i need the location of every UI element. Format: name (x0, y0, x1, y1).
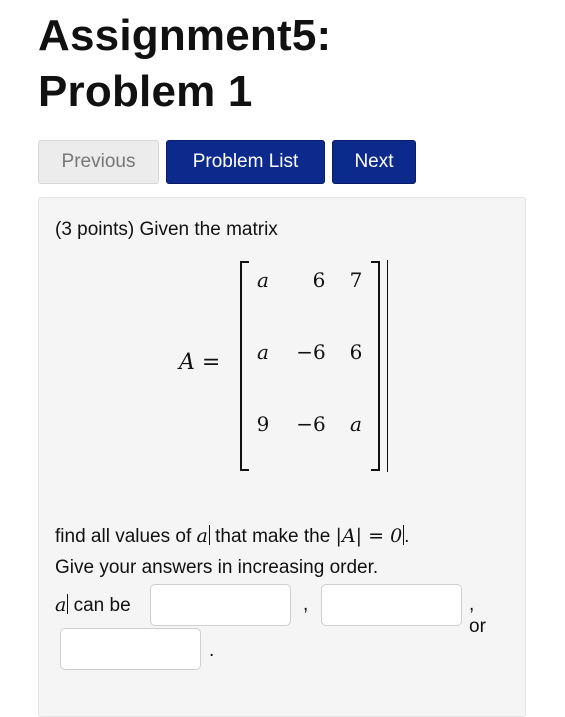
problem-intro: (3 points) Given the matrix (55, 219, 278, 240)
answer-label-text: can be (68, 595, 131, 616)
matrix-left-bracket (240, 261, 249, 471)
find-instruction: find all values of a that make the |A| =… (55, 524, 409, 549)
matrix-cell-r2c1: a (257, 340, 269, 364)
determinant-bar (387, 260, 388, 472)
page-title: Assignment5: Problem 1 (38, 8, 331, 120)
matrix-label: A = (179, 350, 221, 375)
matrix-cell-r1c1: a (257, 268, 269, 292)
answer-label: a can be (55, 594, 131, 617)
matrix-cell-r1c2: 6 (312, 268, 326, 292)
find-prefix: find all values of (55, 526, 197, 547)
matrix-cell-r2c3: 6 (349, 340, 363, 364)
matrix-cell-r3c2: −6 (296, 412, 326, 436)
answer-input-3[interactable] (60, 628, 201, 670)
find-middle: that make the (209, 526, 336, 547)
next-button[interactable]: Next (332, 140, 416, 184)
matrix-right-bracket (371, 261, 380, 471)
page-title-line-2: Problem 1 (38, 67, 253, 116)
answer-input-1[interactable] (150, 584, 291, 626)
answer-separator-1: , (303, 594, 309, 615)
problem-list-button[interactable]: Problem List (166, 140, 325, 184)
previous-button[interactable]: Previous (38, 140, 159, 184)
find-variable: a (196, 525, 208, 547)
problem-panel: (3 points) Given the matrix A = a 6 7 a … (38, 197, 526, 717)
page-title-line-1: Assignment5: (38, 11, 332, 60)
matrix-cell-r1c3: 7 (349, 268, 363, 292)
determinant-expression: |A| = 0 (335, 525, 403, 547)
answer-separator-2: , or (469, 594, 486, 637)
answer-variable: a (55, 594, 67, 616)
order-instruction: Give your answers in increasing order. (55, 557, 379, 578)
matrix-cell-r3c1: 9 (256, 412, 270, 436)
answer-end-period: . (209, 640, 215, 661)
answer-input-2[interactable] (321, 584, 462, 626)
problem-navigation: Previous Problem List Next (38, 140, 416, 184)
find-suffix: . (404, 526, 410, 547)
matrix-cell-r2c2: −6 (296, 340, 326, 364)
matrix-cell-r3c3: a (350, 412, 362, 436)
